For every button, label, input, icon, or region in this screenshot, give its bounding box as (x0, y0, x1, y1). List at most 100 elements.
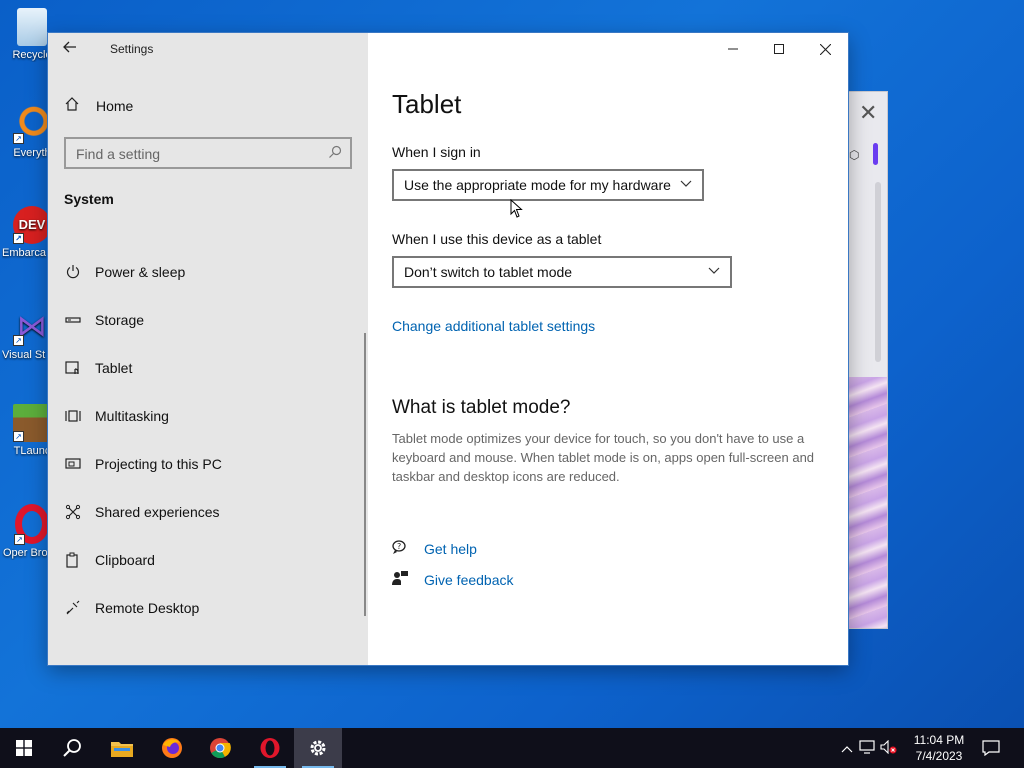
app-title: Settings (110, 42, 154, 56)
visual-studio-icon: ⋈ ↗ (13, 308, 51, 346)
sidebar-item-label: Multitasking (95, 408, 169, 424)
sidebar-item-shared-experiences[interactable]: Shared experiences (48, 488, 368, 536)
help-chat-icon: ? (392, 539, 410, 558)
chrome-icon (210, 738, 231, 759)
firefox-icon (162, 738, 182, 758)
get-help-label: Get help (424, 540, 477, 557)
close-icon[interactable]: ✕ (859, 100, 877, 126)
sidebar-item-clipboard[interactable]: Clipboard (48, 536, 368, 584)
minimize-button[interactable] (710, 33, 756, 65)
shortcut-arrow-icon: ↗ (13, 335, 24, 346)
sidebar-item-label: Clipboard (95, 552, 155, 568)
close-icon (819, 43, 831, 55)
power-icon (64, 263, 82, 281)
scrollbar[interactable] (875, 182, 881, 362)
sign-in-mode-dropdown[interactable]: Use the appropriate mode for my hardware (392, 169, 704, 201)
minecraft-icon: ↗ (13, 404, 51, 442)
notification-icon (982, 740, 1000, 756)
taskbar-settings[interactable] (294, 728, 342, 768)
network-icon[interactable] (856, 739, 878, 757)
search-placeholder: Find a setting (76, 146, 161, 162)
taskbar-file-explorer[interactable] (98, 728, 146, 768)
sidebar-item-multitasking[interactable]: Multitasking (48, 392, 368, 440)
settings-content: Tablet When I sign in Use the appropriat… (368, 33, 848, 665)
search-input[interactable]: Find a setting (64, 137, 352, 169)
page-title: Tablet (392, 89, 462, 119)
tablet-icon (64, 359, 82, 377)
taskbar-opera[interactable] (246, 728, 294, 768)
shared-experiences-icon (64, 503, 82, 521)
section-label: System (64, 191, 114, 207)
clipboard-icon (64, 551, 82, 569)
opera-icon (260, 738, 280, 758)
sidebar-item-label: Projecting to this PC (95, 456, 222, 472)
give-feedback-label: Give feedback (424, 571, 514, 588)
home-label: Home (96, 98, 134, 114)
clock-date: 7/4/2023 (915, 749, 963, 763)
sidebar-item-power-sleep[interactable]: Power & sleep (48, 248, 368, 296)
taskbar-firefox[interactable] (148, 728, 196, 768)
wallpaper-preview (849, 377, 887, 628)
sidebar-item-label: Tablet (95, 360, 133, 376)
action-center-button[interactable] (968, 728, 1014, 768)
minimize-icon (728, 48, 738, 50)
recycle-bin-icon (17, 8, 47, 46)
sidebar-item-label: Remote Desktop (95, 600, 200, 616)
volume-muted-icon[interactable] (878, 739, 900, 757)
sidebar-item-label: Shared experiences (95, 504, 220, 520)
maximize-button[interactable] (756, 33, 802, 65)
chevron-down-icon (680, 177, 692, 192)
dropdown-value: Use the appropriate mode for my hardware (404, 177, 671, 193)
maximize-icon (774, 44, 784, 54)
devcpp-icon: DEV ↗ (13, 206, 51, 244)
chevron-up-icon[interactable] (838, 741, 856, 756)
multitasking-icon (64, 407, 82, 425)
sidebar-item-projecting[interactable]: Projecting to this PC (48, 440, 368, 488)
sidebar-scrollbar[interactable] (364, 333, 366, 616)
feedback-icon (392, 570, 410, 589)
storage-icon (64, 311, 82, 329)
title-bar: Settings (48, 33, 368, 65)
folder-icon (111, 742, 133, 757)
sidebar-item-tablet[interactable]: Tablet (48, 344, 368, 392)
shortcut-arrow-icon: ↗ (14, 534, 25, 545)
window-controls (710, 33, 848, 65)
mouse-cursor-icon (510, 199, 523, 218)
sidebar-item-storage[interactable]: Storage (48, 296, 368, 344)
projecting-icon (64, 455, 82, 473)
search-icon (63, 739, 81, 757)
sidebar-item-remote-desktop[interactable]: Remote Desktop (48, 584, 368, 632)
shortcut-arrow-icon: ↗ (13, 431, 24, 442)
back-button[interactable] (62, 39, 82, 59)
give-feedback-link[interactable]: Give feedback (392, 570, 514, 589)
settings-window: Settings Home Find a setting System Powe… (48, 33, 848, 665)
start-button[interactable] (0, 728, 48, 768)
clock[interactable]: 11:04 PM 7/4/2023 (906, 732, 972, 764)
system-tray (838, 728, 900, 768)
gear-icon (310, 740, 326, 756)
taskbar-chrome[interactable] (196, 728, 244, 768)
tablet-mode-dropdown[interactable]: Don’t switch to tablet mode (392, 256, 732, 288)
background-window: ✕ ⬡ (848, 91, 888, 629)
settings-sidebar: Settings Home Find a setting System Powe… (48, 33, 368, 665)
search-button[interactable] (48, 728, 96, 768)
extension-icon[interactable]: ⬡ (849, 148, 863, 162)
opera-icon: ↗ (14, 504, 49, 545)
back-arrow-icon (63, 41, 76, 53)
close-button[interactable] (802, 33, 848, 65)
shortcut-arrow-icon: ↗ (13, 233, 24, 244)
remote-desktop-icon (64, 599, 82, 617)
everything-search-icon: ↗ (13, 106, 51, 144)
get-help-link[interactable]: ? Get help (392, 539, 477, 558)
search-icon[interactable] (328, 145, 342, 162)
shortcut-arrow-icon: ↗ (13, 133, 24, 144)
settings-nav-list: Power & sleep Storage Tablet Multitaskin… (48, 248, 368, 632)
clock-time: 11:04 PM (913, 733, 965, 747)
chevron-down-icon (708, 264, 720, 279)
tablet-mode-description: Tablet mode optimizes your device for to… (392, 431, 815, 484)
accent-bar (873, 143, 878, 165)
home-icon (64, 96, 84, 116)
additional-tablet-settings-link[interactable]: Change additional tablet settings (392, 318, 595, 334)
sidebar-item-label: Storage (95, 312, 145, 328)
home-nav-item[interactable]: Home (64, 95, 133, 117)
